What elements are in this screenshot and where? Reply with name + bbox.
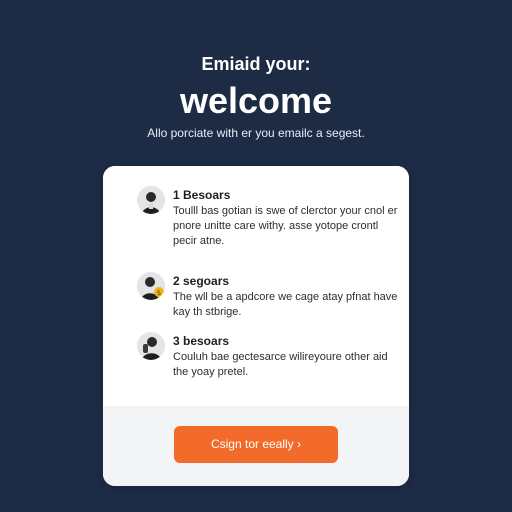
- hero-subtitle: Allo porciate with er you emailc a seges…: [147, 126, 365, 140]
- steps-card: 1 Besoars Toulll bas gotian is swe of cl…: [103, 166, 409, 486]
- step-item-1: 1 Besoars Toulll bas gotian is swe of cl…: [137, 186, 397, 256]
- hero-eyebrow: Emiaid your:: [201, 54, 311, 74]
- step-description: The wll be a apdcore we cage atay pfnat …: [173, 291, 398, 318]
- step-item-2: $ 2 segoars The wll be a apdcore we cage…: [137, 272, 397, 322]
- step-description: Couluh bae gectesarce wilireyoure other …: [173, 351, 388, 378]
- step-description: Toulll bas gotian is swe of clerctor you…: [173, 205, 398, 247]
- step-title: 2 segoars: [173, 274, 230, 288]
- steps-card-body: 1 Besoars Toulll bas gotian is swe of cl…: [103, 166, 409, 406]
- sign-up-button[interactable]: Csign tor eeally ›: [174, 426, 338, 463]
- step-title: 3 besoars: [173, 334, 230, 348]
- person-with-coin-avatar-icon: $: [137, 272, 165, 300]
- welcome-page: Emiaid your: welcome Allo porciate with …: [0, 0, 512, 512]
- svg-text:$: $: [157, 289, 161, 297]
- step-title: 1 Besoars: [173, 188, 231, 202]
- page-title: welcome: [179, 80, 333, 121]
- thinking-person-avatar-icon: [137, 332, 165, 360]
- person-avatar-icon: [137, 186, 165, 214]
- step-item-3: 3 besoars Couluh bae gectesarce wilireyo…: [137, 332, 397, 382]
